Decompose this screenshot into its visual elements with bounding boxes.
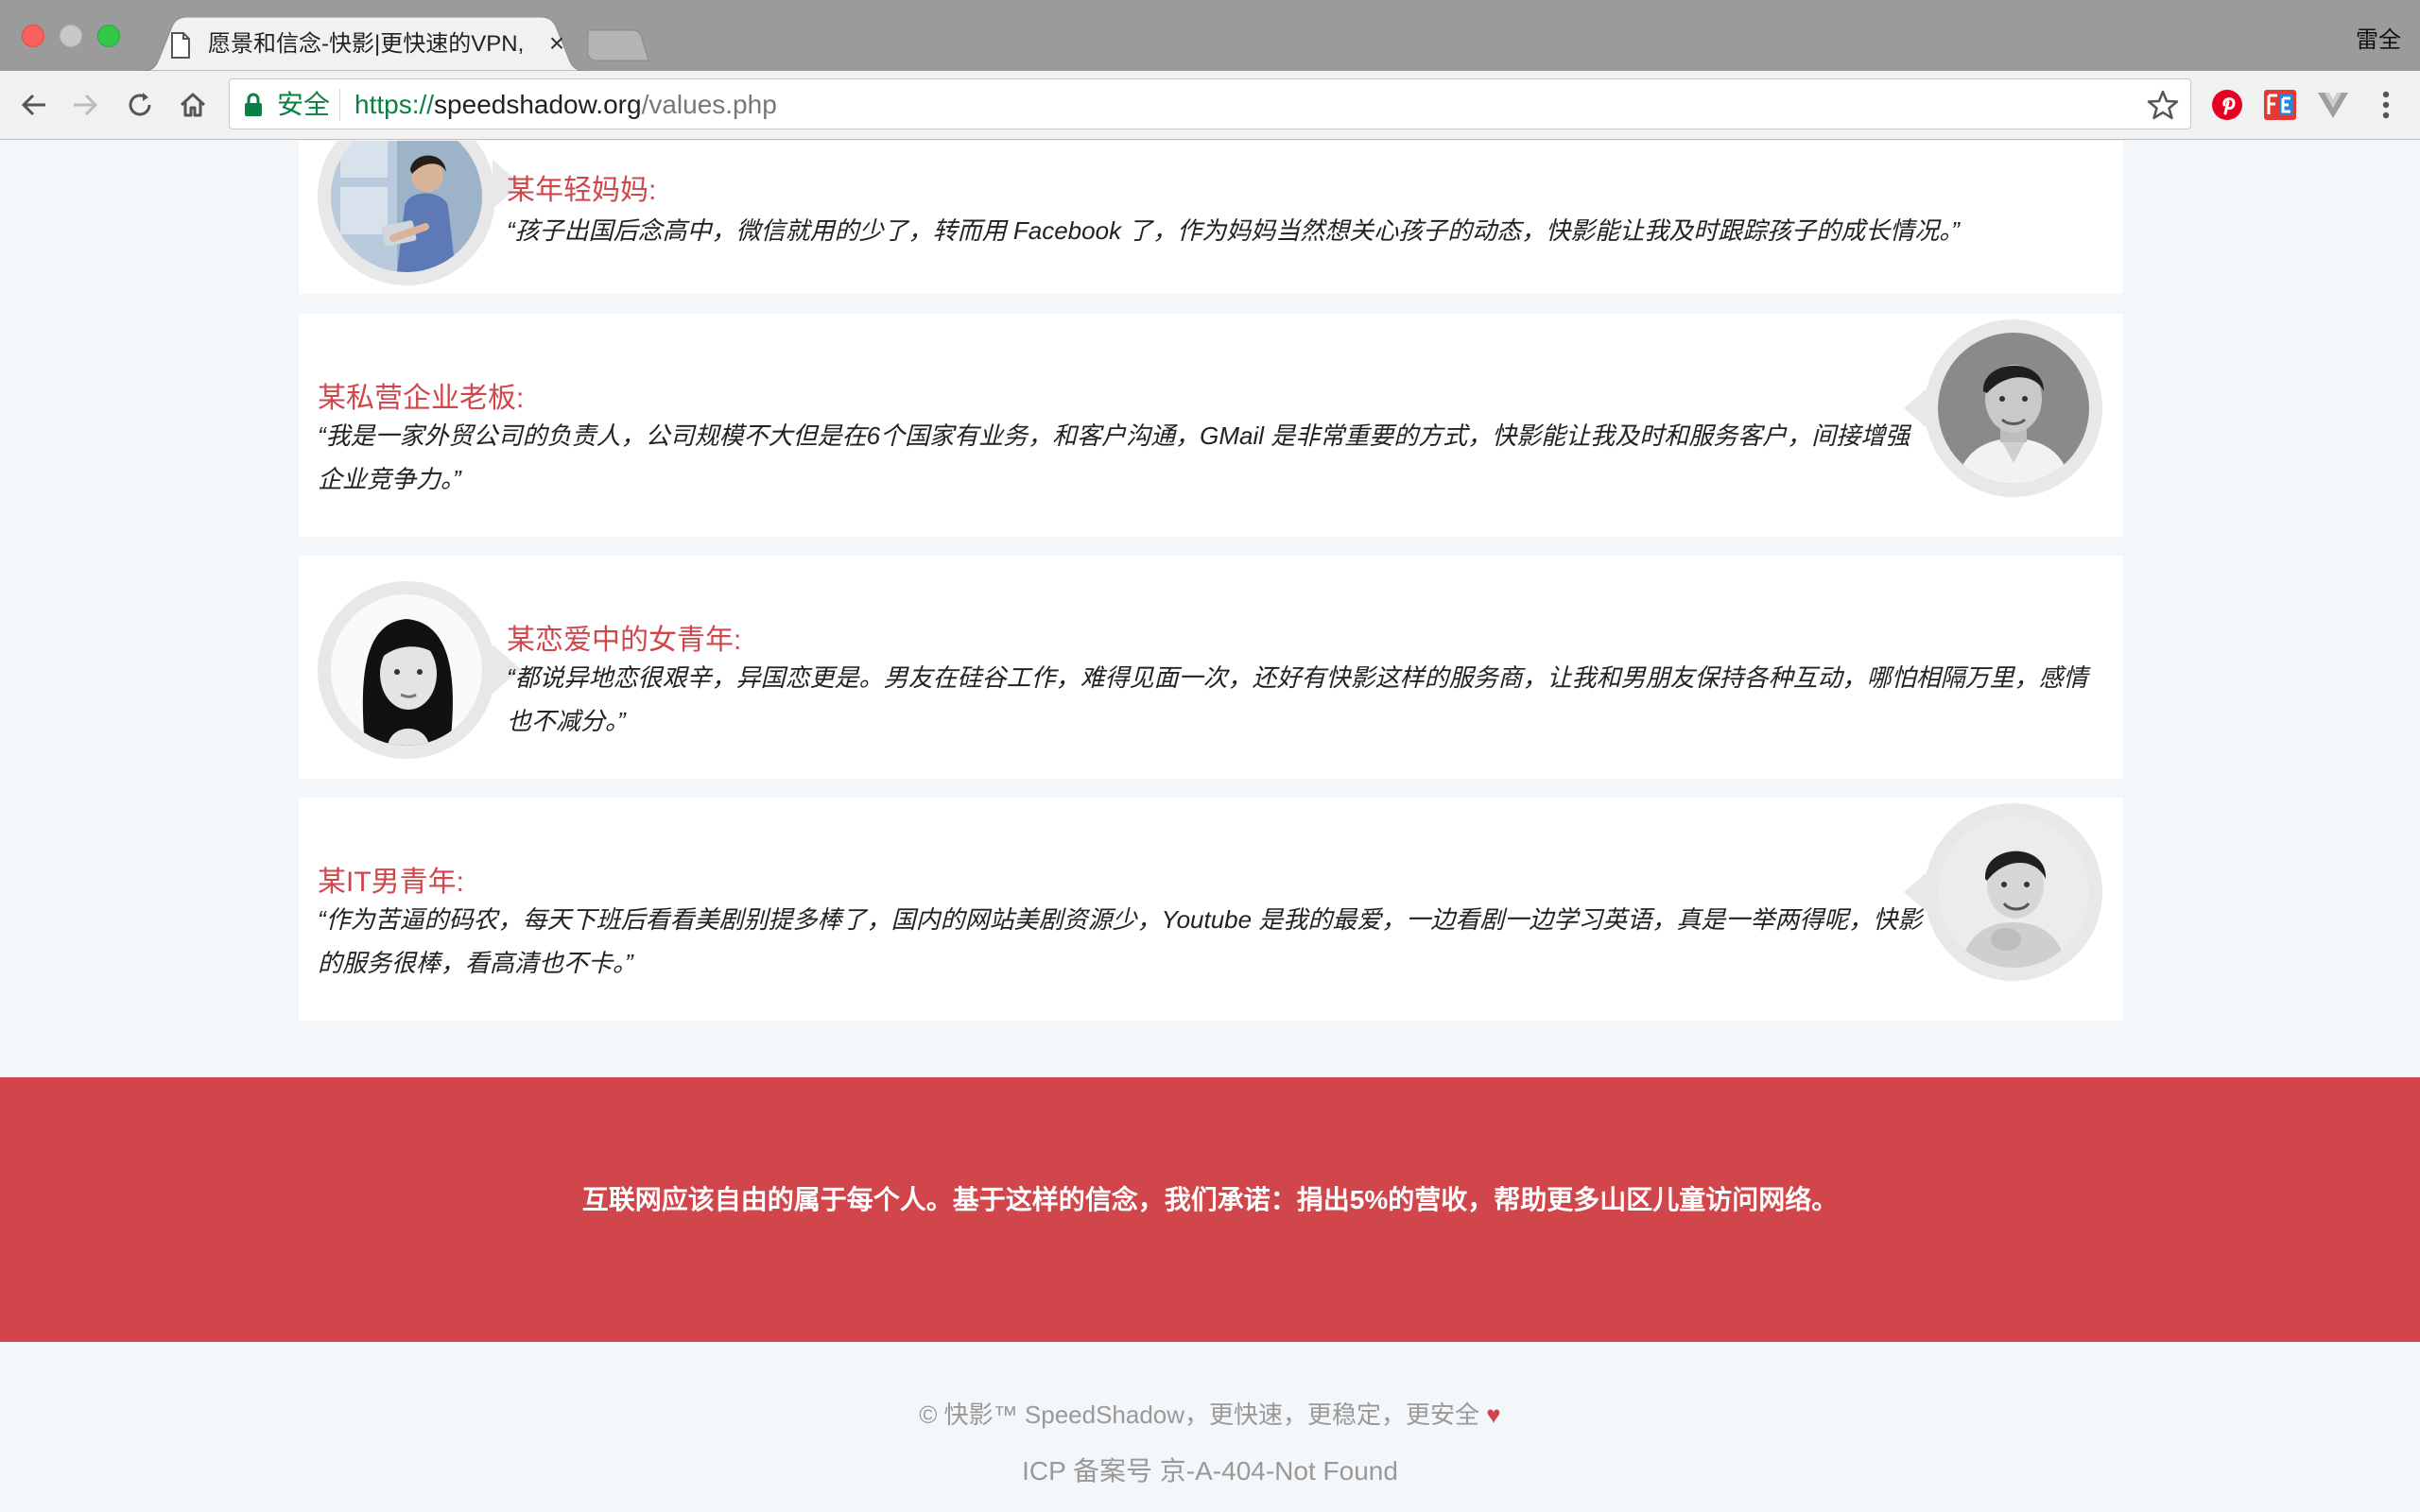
it-man-photo [1938, 816, 2089, 968]
window-zoom-button[interactable] [97, 25, 120, 47]
avatar [318, 141, 495, 285]
new-tab-button[interactable] [584, 28, 650, 62]
home-button[interactable] [174, 86, 212, 124]
testimonial-quote: “我是一家外贸公司的负责人，公司规模不大但是在6个国家有业务，和客户沟通，GMa… [318, 421, 1910, 493]
browser-menu-button[interactable] [2367, 86, 2405, 124]
testimonial-author: 某IT男青年: [318, 867, 464, 898]
fe-icon [2264, 90, 2296, 120]
reload-icon [129, 93, 151, 116]
avatar [1925, 803, 2102, 981]
secure-label[interactable]: 安全 [277, 89, 330, 121]
testimonial-card: 某年轻妈妈: “孩子出国后念高中，微信就用的少了，转而用 Facebook 了，… [299, 141, 2123, 294]
heart-icon: ♥ [1486, 1400, 1501, 1429]
testimonial-author: 某年轻妈妈: [507, 175, 657, 206]
vue-icon [2318, 93, 2348, 118]
testimonial-card: 某私营企业老板: “我是一家外贸公司的负责人，公司规模不大但是在6个国家有业务，… [299, 314, 2123, 537]
url-path: /values.php [641, 90, 777, 119]
url-host: speedshadow.org [434, 90, 642, 119]
back-button[interactable] [15, 86, 53, 124]
lock-icon[interactable] [243, 93, 264, 117]
window-close-button[interactable] [22, 25, 44, 47]
testimonial-author: 某恋爱中的女青年: [507, 625, 742, 656]
profile-name[interactable]: 雷全 [2356, 21, 2401, 54]
mission-banner: 互联网应该自由的属于每个人。基于这样的信念，我们承诺：捐出5%的营收，帮助更多山… [0, 1077, 2420, 1342]
omnibox-divider [339, 89, 340, 121]
url-scheme: https:// [354, 90, 435, 119]
young-woman-photo [331, 594, 482, 746]
address-bar[interactable]: 安全 https://speedshadow.org/values.php [229, 78, 2191, 129]
testimonial-quote: “作为苦逼的码农，每天下班后看看美剧别提多棒了，国内的网站美剧资源少，Youtu… [318, 905, 1923, 977]
kebab-menu-icon [2382, 91, 2390, 119]
forward-button[interactable] [66, 86, 104, 124]
window-minimize-button[interactable] [60, 25, 82, 47]
star-icon[interactable] [2147, 89, 2179, 121]
testimonial-card: 某恋爱中的女青年: “都说异地恋很艰辛，异国恋更是。男友在硅谷工作，难得见面一次… [299, 556, 2123, 779]
fe-extension[interactable] [2261, 86, 2299, 124]
document-icon [171, 32, 190, 59]
tab-title: 愿景和信念-快影|更快速的VPN, [208, 31, 525, 57]
testimonial-quote: “孩子出国后念高中，微信就用的少了，转而用 Facebook 了，作为妈妈当然想… [507, 216, 1960, 245]
business-owner-photo [1938, 333, 2089, 484]
pinterest-icon [2212, 90, 2242, 120]
testimonial-card: 某IT男青年: “作为苦逼的码农，每天下班后看看美剧别提多棒了，国内的网站美剧资… [299, 798, 2123, 1021]
browser-tab-bar: 愿景和信念-快影|更快速的VPN, × 雷全 [0, 0, 2420, 71]
back-arrow-icon [21, 94, 45, 116]
testimonial-author: 某私营企业老板: [318, 383, 525, 414]
avatar [318, 581, 495, 759]
home-icon [180, 93, 206, 117]
active-tab[interactable]: 愿景和信念-快影|更快速的VPN, × [142, 17, 586, 71]
forward-arrow-icon [74, 94, 98, 116]
tab-close-icon[interactable]: × [543, 28, 571, 59]
footer-icp: ICP 备案号 京-A-404-Not Found [1022, 1456, 1398, 1486]
footer-copyright-text: © 快影™ SpeedShadow，更快速，更稳定，更安全 [919, 1400, 1480, 1429]
browser-toolbar: 安全 https://speedshadow.org/values.php [0, 71, 2420, 140]
page-viewport[interactable]: 某年轻妈妈: “孩子出国后念高中，微信就用的少了，转而用 Facebook 了，… [0, 141, 2420, 1512]
avatar [1925, 319, 2102, 497]
pinterest-extension[interactable] [2208, 86, 2246, 124]
reload-button[interactable] [121, 86, 159, 124]
testimonial-quote: “都说异地恋很艰辛，异国恋更是。男友在硅谷工作，难得见面一次，还好有快影这样的服… [507, 663, 2088, 735]
young-mother-photo [331, 141, 482, 272]
url-text[interactable]: https://speedshadow.org/values.php [354, 89, 777, 121]
vue-devtools-extension[interactable] [2314, 86, 2352, 124]
mission-text: 互联网应该自由的属于每个人。基于这样的信念，我们承诺：捐出5%的营收，帮助更多山… [581, 1185, 1839, 1214]
footer-copyright: © 快影™ SpeedShadow，更快速，更稳定，更安全 ♥ [0, 1396, 2420, 1434]
